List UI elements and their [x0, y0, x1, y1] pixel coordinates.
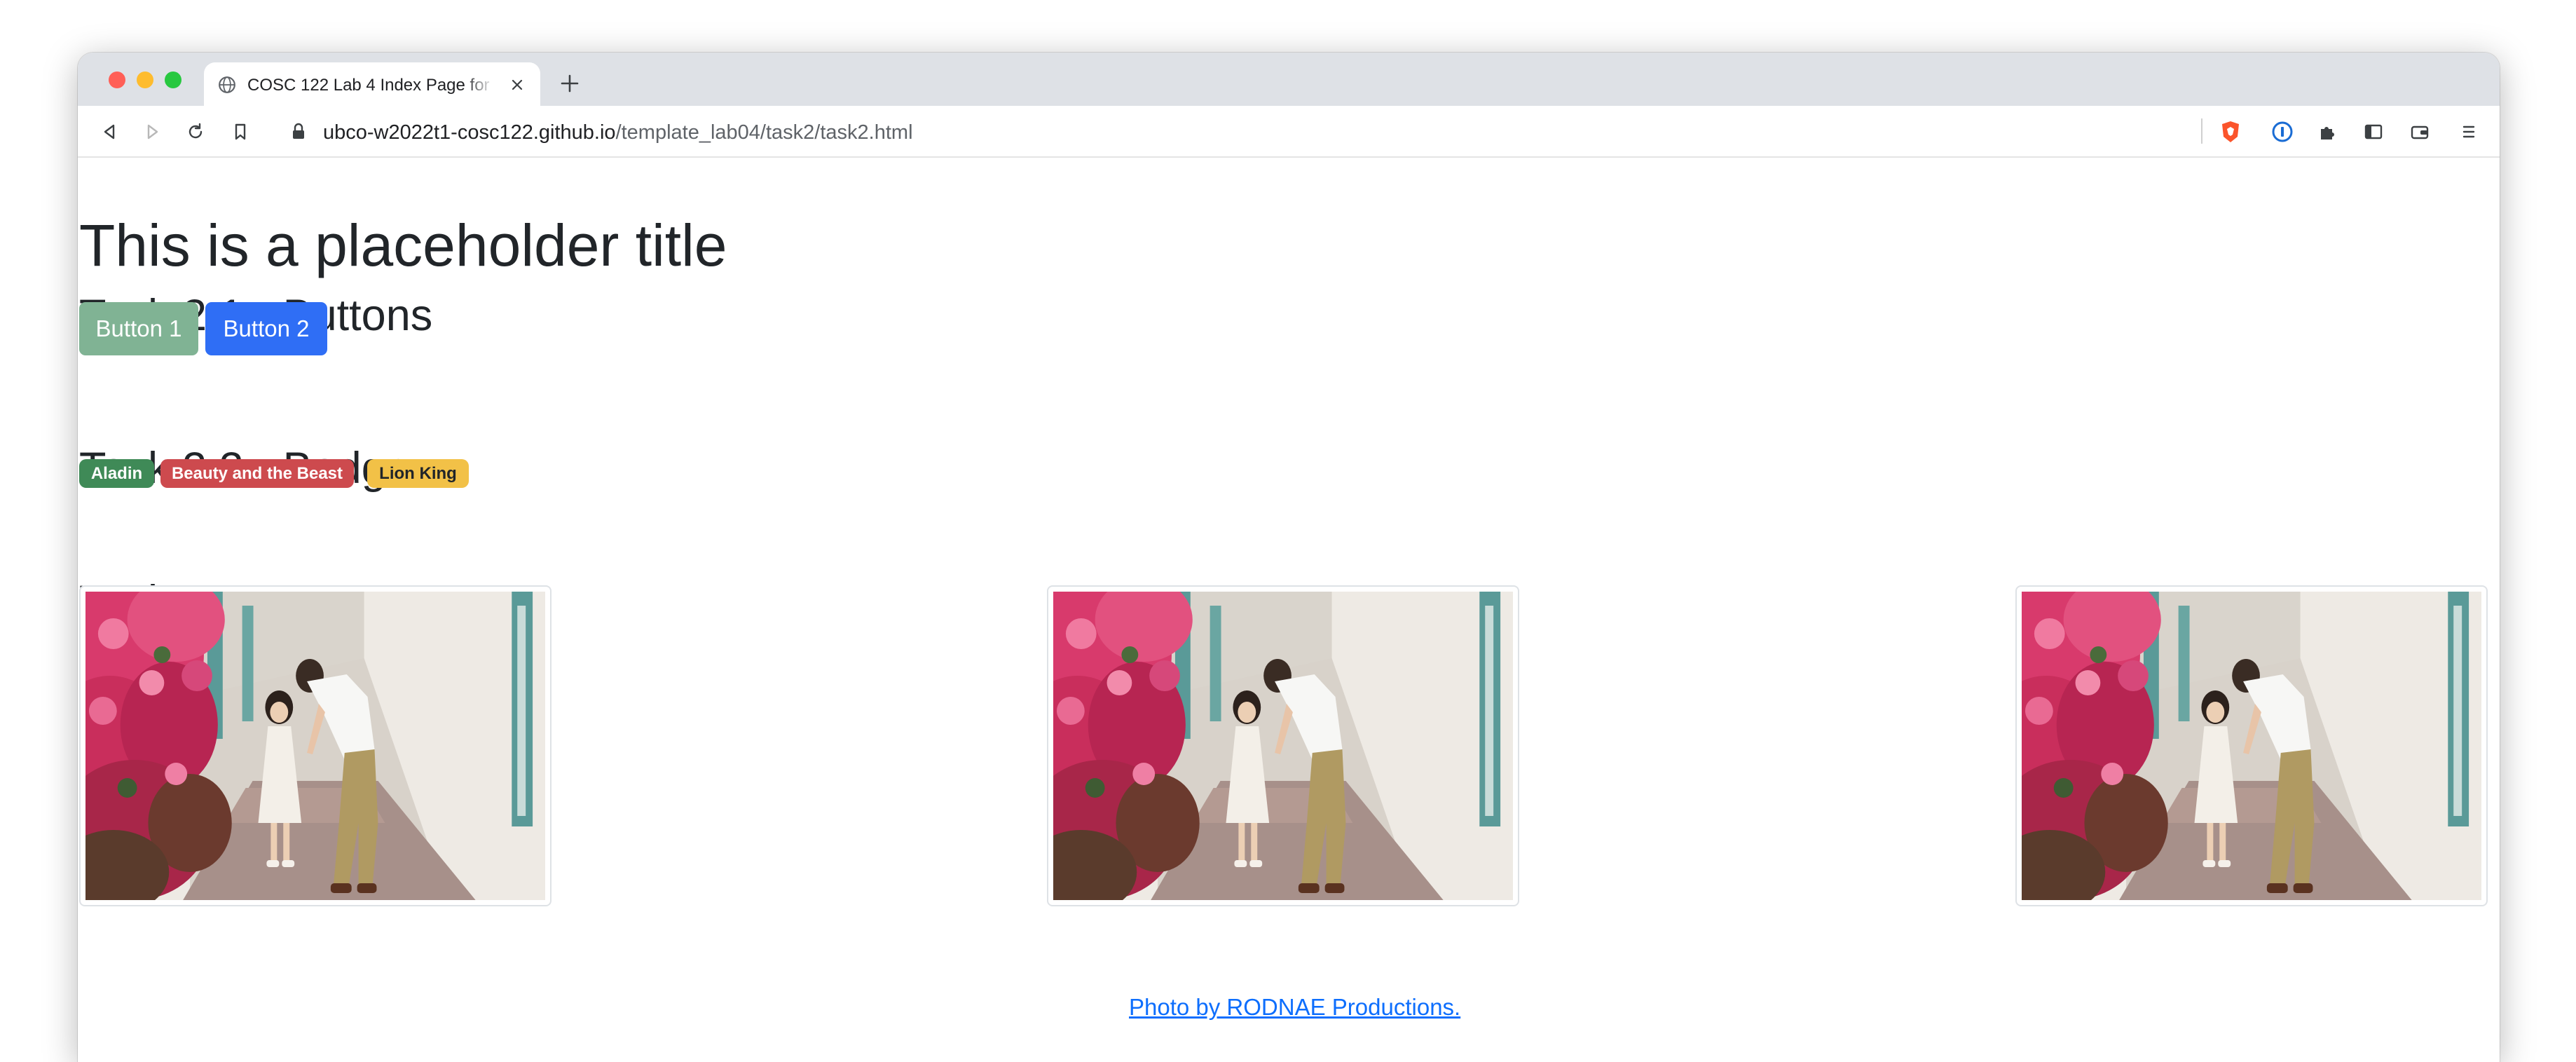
zoom-window-button[interactable] — [165, 72, 181, 88]
wallet-icon[interactable] — [2410, 122, 2430, 142]
active-tab[interactable]: COSC 122 Lab 4 Index Page for — [204, 62, 540, 106]
password-manager-icon[interactable] — [2271, 121, 2294, 143]
brave-shield-icon[interactable] — [2219, 120, 2242, 144]
badge-beauty-and-the-beast: Beauty and the Beast — [160, 459, 354, 488]
back-icon[interactable] — [100, 122, 120, 142]
page-title: This is a placeholder title — [79, 212, 727, 278]
url-path: /template_lab04/task2/task2.html — [615, 121, 913, 144]
globe-icon — [219, 76, 235, 93]
photo-image — [85, 592, 545, 900]
plus-icon[interactable] — [560, 74, 580, 93]
tab-title: COSC 122 Lab 4 Index Page for — [247, 76, 490, 95]
image-thumbnail — [2015, 585, 2488, 906]
close-icon[interactable] — [510, 78, 524, 92]
badge-aladin: Aladin — [79, 459, 154, 488]
photo-image — [1053, 592, 1513, 900]
close-window-button[interactable] — [109, 72, 125, 88]
tab-strip: COSC 122 Lab 4 Index Page for — [78, 53, 2500, 106]
toolbar: ubco-w2022t1-cosc122.github.io/template_… — [78, 106, 2500, 158]
forward-icon[interactable] — [142, 122, 162, 142]
button-2[interactable]: Button 2 — [205, 302, 327, 355]
extensions-icon[interactable] — [2317, 122, 2337, 142]
badge-lion-king: Lion King — [367, 459, 469, 488]
image-thumbnail — [79, 585, 551, 906]
address-bar[interactable]: ubco-w2022t1-cosc122.github.io/template_… — [323, 121, 913, 144]
sidebar-icon[interactable] — [2364, 122, 2383, 142]
image-thumbnail — [1047, 585, 1519, 906]
photo-image — [2022, 592, 2481, 900]
bookmark-icon[interactable] — [231, 122, 250, 142]
lock-icon[interactable] — [291, 123, 306, 141]
menu-icon[interactable] — [2459, 122, 2479, 142]
reload-icon[interactable] — [186, 122, 205, 142]
minimize-window-button[interactable] — [137, 72, 153, 88]
photo-credit-link[interactable]: Photo by RODNAE Productions. — [1129, 994, 1460, 1021]
button-1[interactable]: Button 1 — [79, 302, 198, 355]
toolbar-divider — [2201, 118, 2202, 144]
page-content: This is a placeholder title Task 2.1 - B… — [78, 158, 2500, 1062]
url-host: ubco-w2022t1-cosc122.github.io — [323, 121, 616, 144]
browser-window: COSC 122 Lab 4 Index Page for ubco-w2022… — [78, 53, 2500, 1062]
